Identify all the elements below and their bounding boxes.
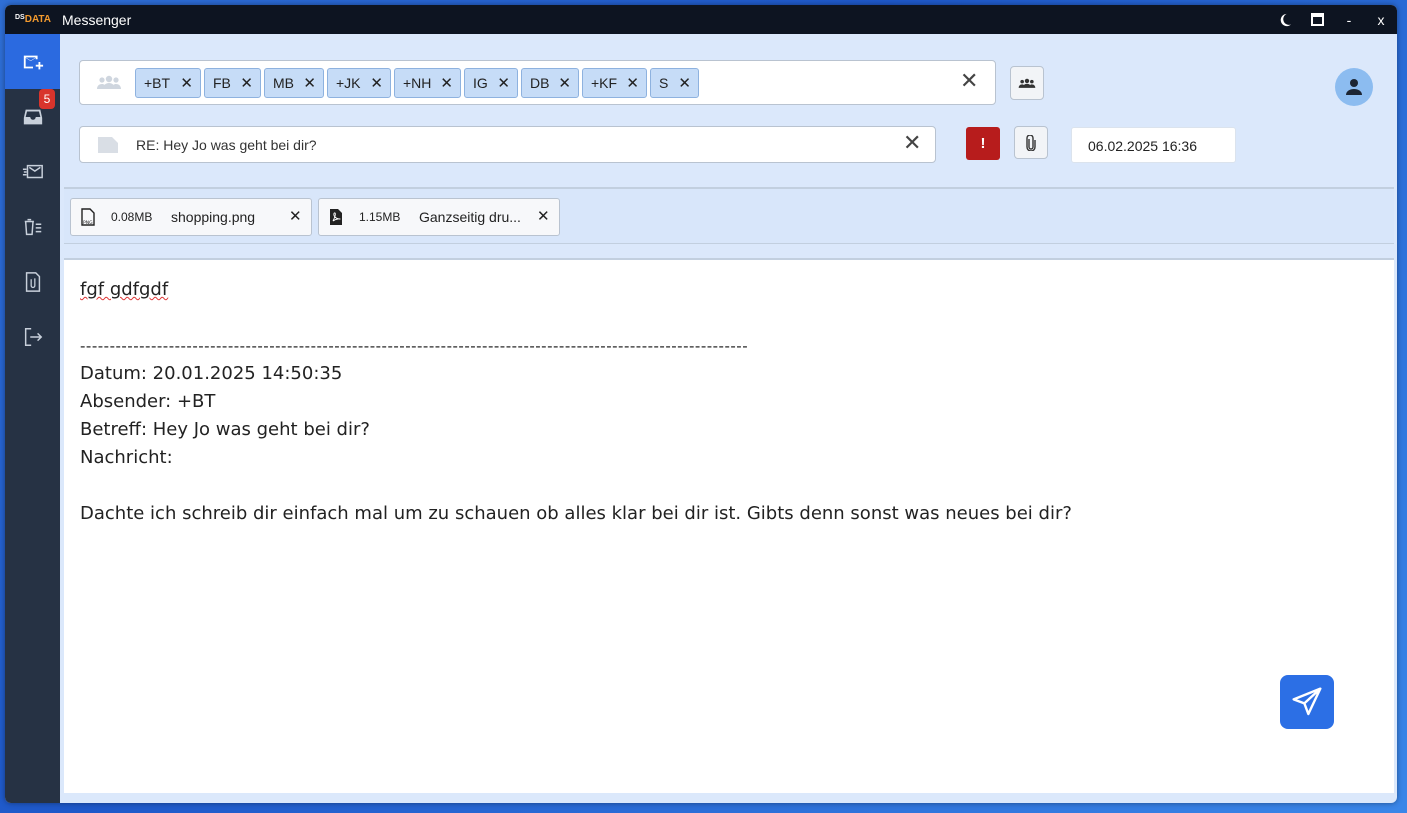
compose-area: +BT ✕ FB ✕ MB ✕ +JK ✕ +NH ✕ IG ✕ DB ✕ +KF ✕ S ✕ ✕… xyxy=(60,34,1397,803)
close-window-button[interactable]: x xyxy=(1365,5,1397,34)
attachment-size: 0.08MB xyxy=(111,210,153,224)
quote-message-label: Nachricht: xyxy=(80,447,173,468)
window-controls: - x xyxy=(1269,5,1397,34)
remove-attachment-button[interactable]: ✕ xyxy=(289,207,302,225)
datetime-field[interactable]: 06.02.2025 16:36 xyxy=(1071,127,1236,163)
recipient-chip-label: +NH xyxy=(403,75,432,91)
recipient-chip[interactable]: IG ✕ xyxy=(464,68,518,98)
subject-field[interactable]: RE: Hey Jo was geht bei dir? ✕ xyxy=(79,126,936,163)
clear-recipients-button[interactable]: ✕ xyxy=(960,68,978,94)
title-bar: DSDATA Messenger - x xyxy=(5,5,1397,34)
sidebar-item-logout[interactable] xyxy=(5,309,60,364)
recipient-chip-label: S xyxy=(659,75,669,91)
messenger-window: DSDATA Messenger - x 5 +BT ✕ FB ✕ MB ✕ +… xyxy=(5,5,1397,803)
user-icon xyxy=(1346,79,1362,95)
message-body[interactable]: fgf gdfgdf -----------------------------… xyxy=(80,276,1180,528)
recipient-chip[interactable]: FB ✕ xyxy=(204,68,261,98)
recipient-chip-label: MB xyxy=(273,75,294,91)
remove-recipient-button[interactable]: ✕ xyxy=(240,74,253,92)
send-icon xyxy=(1292,687,1322,716)
recipient-chip[interactable]: S ✕ xyxy=(650,68,699,98)
remove-attachment-button[interactable]: ✕ xyxy=(537,207,550,225)
quote-subject: Betreff: Hey Jo was geht bei dir? xyxy=(80,419,370,440)
contacts-icon xyxy=(1018,78,1036,88)
sidebar-item-compose[interactable] xyxy=(5,34,60,89)
quote-sender: Absender: +BT xyxy=(80,391,216,412)
user-avatar-button[interactable] xyxy=(1335,68,1373,106)
png-file-icon: PNG xyxy=(81,208,95,226)
attachments-bar: PNG 0.08MB shopping.png ✕ 1.15MB Ganzsei… xyxy=(64,187,1394,244)
recipient-chip-label: +JK xyxy=(336,75,361,91)
recipient-chip[interactable]: +JK ✕ xyxy=(327,68,391,98)
message-editor[interactable]: fgf gdfgdf -----------------------------… xyxy=(64,258,1394,793)
recipient-chip-label: IG xyxy=(473,75,488,91)
remove-recipient-button[interactable]: ✕ xyxy=(440,74,453,92)
attachment-size: 1.15MB xyxy=(359,210,401,224)
subject-text: RE: Hey Jo was geht bei dir? xyxy=(136,137,317,153)
recipient-chip[interactable]: +KF ✕ xyxy=(582,68,647,98)
attachments-icon xyxy=(25,271,40,292)
recipient-chip[interactable]: MB ✕ xyxy=(264,68,324,98)
recipient-chip[interactable]: DB ✕ xyxy=(521,68,579,98)
sidebar-item-sent[interactable] xyxy=(5,144,60,199)
paperclip-icon xyxy=(1026,134,1036,151)
logo-data-text: DATA xyxy=(24,14,52,25)
recipient-chip[interactable]: +NH ✕ xyxy=(394,68,461,98)
recipient-chip-label: +KF xyxy=(591,75,618,91)
inbox-icon xyxy=(23,109,42,124)
compose-mail-icon xyxy=(23,55,43,69)
remove-recipient-button[interactable]: ✕ xyxy=(303,74,316,92)
sidebar-item-inbox[interactable]: 5 xyxy=(5,89,60,144)
maximize-button[interactable] xyxy=(1301,5,1333,34)
clear-subject-button[interactable]: ✕ xyxy=(903,130,921,156)
app-logo: DSDATA xyxy=(15,14,51,25)
remove-recipient-button[interactable]: ✕ xyxy=(497,74,510,92)
sent-mail-icon xyxy=(22,164,43,178)
priority-button[interactable]: ! xyxy=(966,127,1000,160)
remove-recipient-button[interactable]: ✕ xyxy=(180,74,193,92)
inbox-unread-badge: 5 xyxy=(39,89,55,109)
remove-recipient-button[interactable]: ✕ xyxy=(626,74,639,92)
theme-toggle-button[interactable] xyxy=(1269,5,1301,34)
moon-icon xyxy=(1280,13,1292,26)
group-icon xyxy=(97,75,121,89)
sidebar: 5 xyxy=(5,34,60,803)
delete-list-icon xyxy=(24,218,41,235)
attach-file-button[interactable] xyxy=(1014,126,1048,159)
message-line: fgf gdfgdf xyxy=(80,279,169,300)
logout-icon xyxy=(24,327,42,346)
recipient-chip-label: DB xyxy=(530,75,550,91)
quote-message-text: Dachte ich schreib dir einfach mal um zu… xyxy=(80,503,1072,524)
attachment-item[interactable]: PNG 0.08MB shopping.png ✕ xyxy=(70,198,312,236)
contacts-button[interactable] xyxy=(1010,66,1044,100)
sidebar-item-attachments[interactable] xyxy=(5,254,60,309)
svg-text:PNG: PNG xyxy=(83,220,93,226)
attachment-item[interactable]: 1.15MB Ganzseitig dru... ✕ xyxy=(318,198,560,236)
app-title: Messenger xyxy=(62,12,132,28)
remove-recipient-button[interactable]: ✕ xyxy=(678,74,691,92)
attachment-name: Ganzseitig dru... xyxy=(419,209,521,225)
minimize-button[interactable]: - xyxy=(1333,5,1365,34)
recipient-chip-label: FB xyxy=(213,75,231,91)
recipient-chip-label: +BT xyxy=(144,75,171,91)
remove-recipient-button[interactable]: ✕ xyxy=(558,74,571,92)
recipients-field[interactable]: +BT ✕ FB ✕ MB ✕ +JK ✕ +NH ✕ IG ✕ DB ✕ +KF ✕ S ✕ ✕ xyxy=(79,60,996,105)
sidebar-item-deleted[interactable] xyxy=(5,199,60,254)
quote-separator: ----------------------------------------… xyxy=(80,337,749,355)
recipient-chip[interactable]: +BT ✕ xyxy=(135,68,201,98)
remove-recipient-button[interactable]: ✕ xyxy=(370,74,383,92)
attachment-name: shopping.png xyxy=(171,209,256,225)
maximize-icon xyxy=(1310,13,1324,26)
pdf-file-icon xyxy=(330,209,342,225)
send-button[interactable] xyxy=(1280,675,1334,729)
quote-date: Datum: 20.01.2025 14:50:35 xyxy=(80,363,343,384)
document-icon xyxy=(98,137,118,153)
logo-ds-text: DS xyxy=(15,14,25,21)
